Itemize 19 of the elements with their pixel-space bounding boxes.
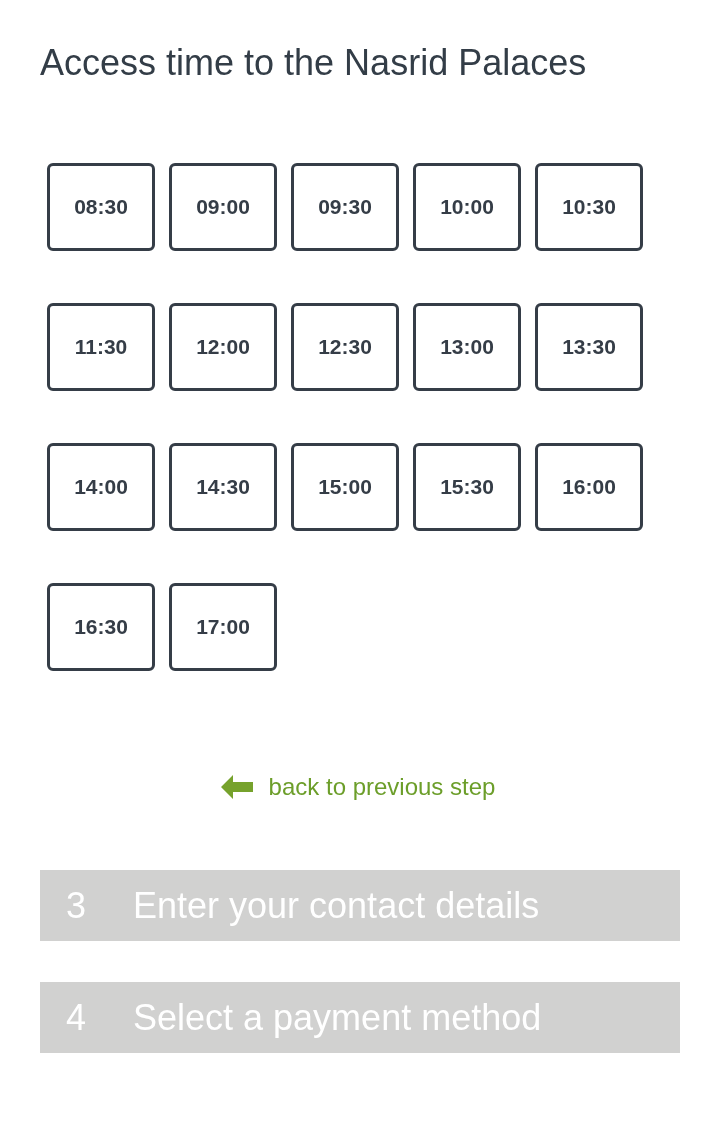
time-slot-button[interactable]: 11:30 [47,303,155,391]
time-slot-button[interactable]: 10:00 [413,163,521,251]
time-slot-button[interactable]: 14:00 [47,443,155,531]
time-slot-button[interactable]: 15:30 [413,443,521,531]
left-arrow-icon [220,775,253,799]
time-slot-button[interactable]: 14:30 [169,443,277,531]
time-slot-button[interactable]: 12:30 [291,303,399,391]
time-slot-button[interactable]: 15:00 [291,443,399,531]
time-slot-button[interactable]: 13:00 [413,303,521,391]
time-slot-button[interactable]: 09:00 [169,163,277,251]
time-slot-button[interactable]: 08:30 [47,163,155,251]
time-slot-button[interactable]: 13:30 [535,303,643,391]
time-slot-button[interactable]: 09:30 [291,163,399,251]
time-slot-button[interactable]: 16:30 [47,583,155,671]
time-slot-button[interactable]: 17:00 [169,583,277,671]
time-slot-button[interactable]: 16:00 [535,443,643,531]
time-slot-button[interactable]: 12:00 [169,303,277,391]
page-title: Access time to the Nasrid Palaces [40,43,587,83]
time-slot-button[interactable]: 10:30 [535,163,643,251]
